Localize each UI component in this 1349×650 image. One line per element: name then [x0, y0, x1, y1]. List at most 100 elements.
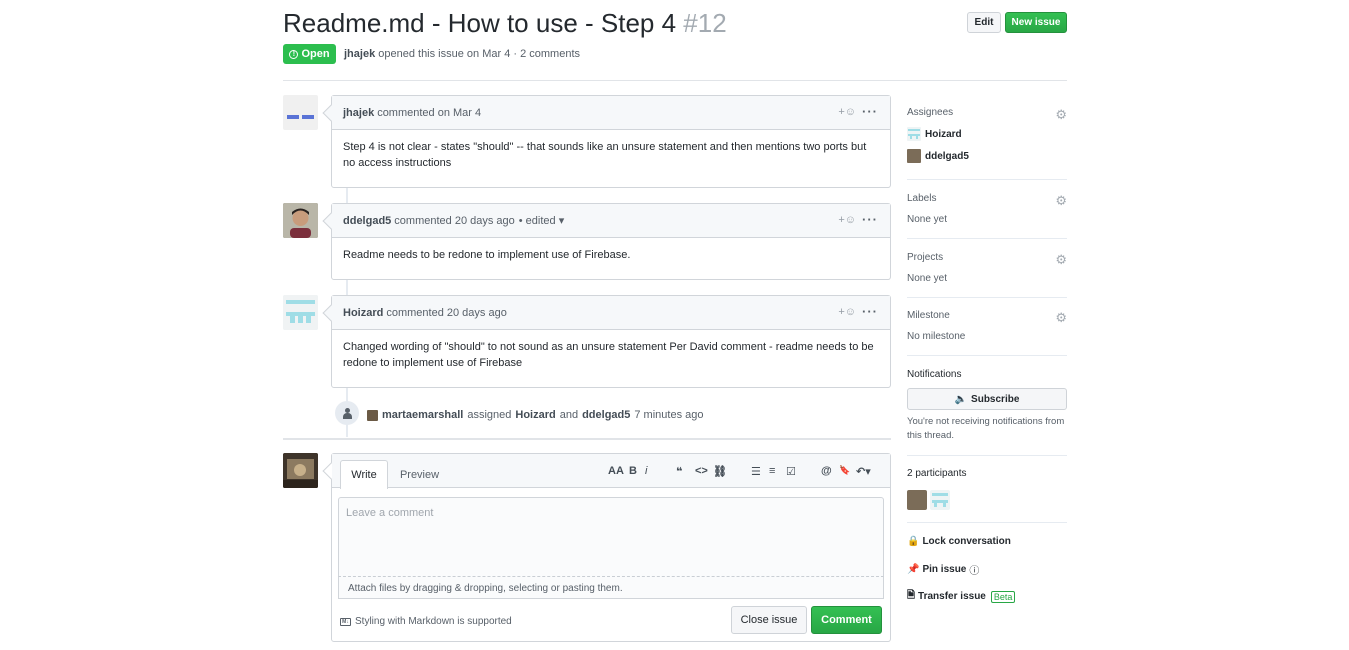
comment-3: Hoizard commented 20 days ago +☺ ··· Cha…	[322, 295, 891, 388]
assignee-name[interactable]: Hoizard	[925, 129, 962, 140]
bold-icon[interactable]: B	[629, 465, 637, 477]
comment-1: jhajek commented on Mar 4 +☺ ··· Step 4 …	[322, 95, 891, 188]
avatar-martaemarshall[interactable]	[367, 409, 378, 421]
header-text-icon[interactable]: AA	[608, 465, 624, 477]
status-label: Open	[301, 48, 330, 60]
markdown-link[interactable]: Styling with Markdown is supported	[355, 616, 512, 627]
comment-header: jhajek commented on Mar 4 +☺ ···	[332, 96, 890, 130]
projects-value: None yet	[907, 273, 948, 284]
milestone-title[interactable]: Milestone	[907, 310, 1067, 321]
issue-author-link[interactable]: jhajek	[344, 48, 375, 60]
more-options-icon[interactable]: ···	[862, 304, 878, 319]
add-reaction-icon[interactable]: +☺	[838, 106, 856, 118]
event-user-hoizard[interactable]: Hoizard	[515, 409, 555, 421]
quote-icon[interactable]: ❝	[676, 465, 682, 478]
comment-header: ddelgad5 commented 20 days ago • edited …	[332, 204, 890, 238]
event-verb: assigned	[467, 409, 512, 421]
comment-author[interactable]: ddelgad5	[343, 215, 391, 227]
event-actor[interactable]: martaemarshall	[382, 409, 463, 421]
sidebar-divider	[907, 522, 1067, 523]
gear-icon[interactable]: ⚙	[1055, 107, 1067, 123]
transfer-issue-link[interactable]: 🗎 Transfer issue Beta	[907, 588, 1016, 605]
lock-conversation-label: Lock conversation	[922, 536, 1011, 547]
participants-title: 2 participants	[907, 468, 967, 479]
avatar-hoizard[interactable]	[283, 295, 318, 330]
italic-icon[interactable]: i	[645, 465, 647, 477]
assignee-hoizard[interactable]: Hoizard	[907, 127, 1067, 141]
assignee-ddelgad5[interactable]: ddelgad5	[907, 149, 1067, 163]
info-icon: ⓘ	[969, 566, 980, 577]
task-list-icon[interactable]: ☑	[786, 465, 796, 478]
comment-2: ddelgad5 commented 20 days ago • edited …	[322, 203, 891, 280]
avatar-current-user[interactable]	[283, 453, 318, 488]
person-icon	[342, 407, 352, 419]
issue-title-text: Readme.md - How to use - Step 4	[283, 8, 677, 38]
comment-textarea[interactable]: Leave a comment	[338, 497, 884, 577]
tab-write[interactable]: Write	[340, 460, 388, 489]
transfer-icon: 🗎	[907, 590, 916, 601]
subscribe-button[interactable]: 🔈 Subscribe	[907, 388, 1067, 410]
header-divider	[283, 80, 1067, 81]
comment-body: Step 4 is not clear - states "should" --…	[343, 141, 867, 169]
comment-body: Changed wording of "should" to not sound…	[343, 341, 874, 369]
participant-avatar-hoizard[interactable]	[930, 490, 950, 510]
sidebar-divider	[907, 238, 1067, 239]
issue-number: #12	[683, 8, 727, 38]
lock-icon: 🔒	[907, 536, 920, 547]
new-comment-form: Write Preview AA B i ❝ <> ⛓ ☰ ≡ ☑ @ 🔖 ↶▾…	[322, 453, 891, 642]
bookmark-icon[interactable]: 🔖	[839, 465, 850, 476]
reply-icon[interactable]: ↶▾	[856, 465, 871, 478]
comment-button[interactable]: Comment	[811, 606, 882, 634]
gear-icon[interactable]: ⚙	[1055, 310, 1067, 326]
issue-opened-icon: !	[289, 49, 299, 59]
labels-value: None yet	[907, 214, 948, 225]
assignees-title[interactable]: Assignees	[907, 107, 1067, 118]
lock-conversation-link[interactable]: 🔒 Lock conversation	[907, 536, 1011, 547]
more-options-icon[interactable]: ···	[862, 104, 878, 119]
event-user-ddelgad5[interactable]: ddelgad5	[582, 409, 630, 421]
gear-icon[interactable]: ⚙	[1055, 252, 1067, 268]
numbered-list-icon[interactable]: ≡	[769, 465, 775, 477]
comment-placeholder: Leave a comment	[346, 507, 434, 519]
code-icon[interactable]: <>	[695, 465, 708, 477]
event-time[interactable]: 7 minutes ago	[634, 409, 703, 421]
speaker-icon: 🔈	[954, 393, 968, 405]
assignment-event: martaemarshall assigned Hoizard and ddel…	[367, 409, 703, 421]
avatar-ddelgad5[interactable]	[283, 203, 318, 238]
more-options-icon[interactable]: ···	[862, 212, 878, 227]
comment-author[interactable]: Hoizard	[343, 307, 383, 319]
add-reaction-icon[interactable]: +☺	[838, 306, 856, 318]
tab-preview[interactable]: Preview	[392, 460, 447, 489]
gear-icon[interactable]: ⚙	[1055, 193, 1067, 209]
issue-title: Readme.md - How to use - Step 4 #12	[283, 8, 727, 39]
bullet-list-icon[interactable]: ☰	[751, 465, 761, 478]
assignee-name[interactable]: ddelgad5	[925, 151, 969, 162]
avatar-jhajek[interactable]	[283, 95, 318, 130]
comment-timestamp[interactable]: commented 20 days ago	[386, 307, 506, 319]
avatar-hoizard-small	[907, 127, 921, 141]
markdown-note: M↓ Styling with Markdown is supported	[340, 616, 512, 627]
close-issue-button[interactable]: Close issue	[731, 606, 807, 634]
projects-title[interactable]: Projects	[907, 252, 1067, 263]
timeline-end-divider	[283, 438, 891, 440]
sidebar-labels: Labels ⚙ None yet	[907, 193, 1067, 225]
mention-icon[interactable]: @	[821, 465, 832, 477]
add-reaction-icon[interactable]: +☺	[838, 214, 856, 226]
edit-button[interactable]: Edit	[967, 12, 1001, 33]
edited-dropdown[interactable]: • edited ▾	[519, 214, 564, 227]
comment-timestamp[interactable]: commented 20 days ago	[394, 215, 514, 227]
sidebar-participants: 2 participants	[907, 468, 1067, 479]
new-issue-button[interactable]: New issue	[1005, 12, 1067, 33]
status-badge: ! Open	[283, 44, 336, 64]
labels-title[interactable]: Labels	[907, 193, 1067, 204]
issue-meta-text: opened this issue on Mar 4 · 2 comments	[378, 48, 581, 60]
sidebar-divider	[907, 297, 1067, 298]
notification-note: You're not receiving notifications from …	[907, 416, 1065, 441]
comment-author[interactable]: jhajek	[343, 107, 374, 119]
link-icon[interactable]: ⛓	[713, 465, 727, 478]
attach-files-area[interactable]: Attach files by dragging & dropping, sel…	[338, 577, 884, 599]
participant-avatar-ddelgad5[interactable]	[907, 490, 927, 510]
comment-timestamp[interactable]: commented on Mar 4	[377, 107, 481, 119]
beta-badge: Beta	[990, 590, 1016, 603]
pin-issue-link[interactable]: 📌 Pin issue ⓘ	[907, 562, 979, 577]
